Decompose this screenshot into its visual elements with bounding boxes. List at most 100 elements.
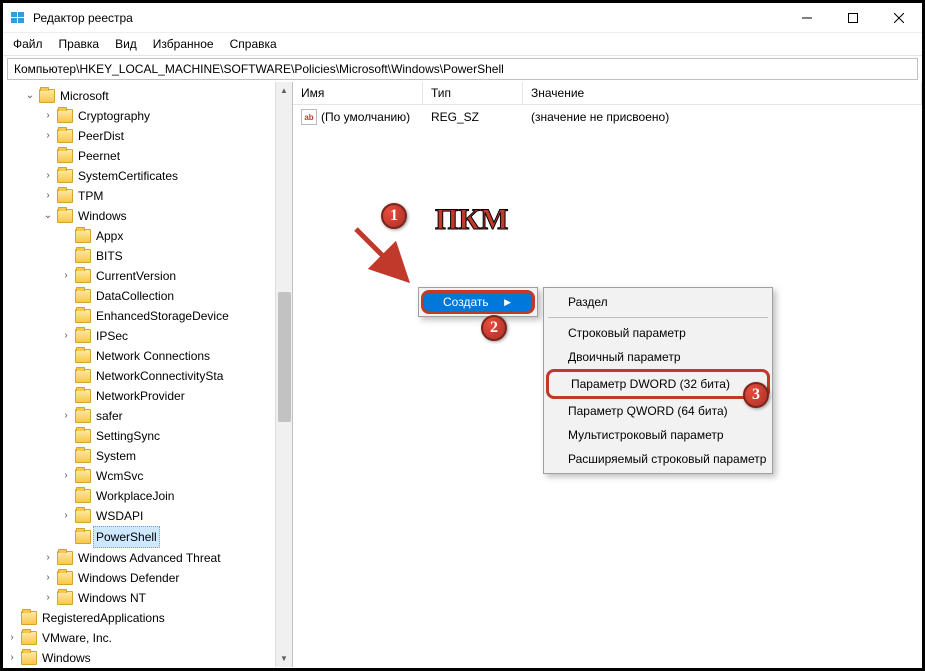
maximize-button[interactable] — [830, 3, 876, 33]
chevron-right-icon: ▶ — [504, 297, 511, 308]
context-item-binary[interactable]: Двоичный параметр — [546, 345, 770, 369]
tree-item-settingsync[interactable]: SettingSync — [59, 426, 292, 446]
value-type: REG_SZ — [423, 108, 523, 126]
folder-icon — [57, 209, 73, 223]
window-title: Редактор реестра — [33, 11, 133, 25]
tree-item-windows-2[interactable]: ›Windows — [5, 648, 292, 667]
context-item-multistring[interactable]: Мультистроковый параметр — [546, 423, 770, 447]
tree-item-vmware[interactable]: ›VMware, Inc. — [5, 628, 292, 648]
value-data: (значение не присвоено) — [523, 108, 922, 126]
tree-item-networkprovider[interactable]: NetworkProvider — [59, 386, 292, 406]
chevron-right-icon[interactable]: › — [59, 506, 73, 526]
tree-item-windows-defender[interactable]: ›Windows Defender — [41, 568, 292, 588]
menu-edit[interactable]: Правка — [59, 37, 100, 51]
chevron-right-icon[interactable]: › — [59, 466, 73, 486]
folder-icon — [75, 349, 91, 363]
tree-item-networkconnectivitystatus[interactable]: NetworkConnectivitySta — [59, 366, 292, 386]
menu-favorites[interactable]: Избранное — [153, 37, 214, 51]
app-icon — [11, 10, 27, 26]
tree-item-currentversion[interactable]: ›CurrentVersion — [59, 266, 292, 286]
tree-item-appx[interactable]: Appx — [59, 226, 292, 246]
column-header-name[interactable]: Имя — [293, 82, 423, 104]
list-row[interactable]: ab (По умолчанию) REG_SZ (значение не пр… — [293, 105, 922, 129]
tree-item-cryptography[interactable]: ›Cryptography — [41, 106, 292, 126]
tree-item-workplacejoin[interactable]: WorkplaceJoin — [59, 486, 292, 506]
chevron-right-icon[interactable]: › — [41, 568, 55, 588]
menu-bar: Файл Правка Вид Избранное Справка — [3, 33, 922, 56]
tree-item-ipsec[interactable]: ›IPSec — [59, 326, 292, 346]
tree-item-safer[interactable]: ›safer — [59, 406, 292, 426]
chevron-right-icon[interactable]: › — [5, 648, 19, 667]
folder-icon — [57, 149, 73, 163]
tree-item-microsoft[interactable]: ⌄ Microsoft — [23, 86, 292, 106]
tree-item-tpm[interactable]: ›TPM — [41, 186, 292, 206]
close-button[interactable] — [876, 3, 922, 33]
folder-icon — [57, 591, 73, 605]
menu-help[interactable]: Справка — [230, 37, 277, 51]
column-header-type[interactable]: Тип — [423, 82, 523, 104]
folder-icon — [75, 429, 91, 443]
chevron-right-icon[interactable]: › — [41, 548, 55, 568]
folder-icon — [57, 551, 73, 565]
tree-item-system[interactable]: System — [59, 446, 292, 466]
tree-item-datacollection[interactable]: DataCollection — [59, 286, 292, 306]
tree-pane: ⌄ Microsoft ›Cryptography ›PeerDist Peer… — [3, 82, 293, 667]
context-item-qword[interactable]: Параметр QWORD (64 бита) — [546, 399, 770, 423]
tree-item-windows-advanced-threat[interactable]: ›Windows Advanced Threat — [41, 548, 292, 568]
folder-icon — [75, 329, 91, 343]
tree-item-systemcertificates[interactable]: ›SystemCertificates — [41, 166, 292, 186]
scroll-down-icon[interactable]: ▼ — [276, 650, 292, 667]
chevron-right-icon[interactable]: › — [5, 628, 19, 648]
chevron-right-icon[interactable]: › — [59, 266, 73, 286]
folder-icon — [57, 571, 73, 585]
folder-icon — [75, 530, 91, 544]
scroll-up-icon[interactable]: ▲ — [276, 82, 292, 99]
menu-view[interactable]: Вид — [115, 37, 137, 51]
folder-icon — [75, 269, 91, 283]
folder-icon — [57, 169, 73, 183]
tree-item-wcmsvc[interactable]: ›WcmSvc — [59, 466, 292, 486]
context-menu-submenu: Раздел Строковый параметр Двоичный парам… — [543, 287, 773, 474]
scrollbar-thumb[interactable] — [278, 292, 291, 422]
chevron-right-icon[interactable]: › — [59, 326, 73, 346]
folder-icon — [75, 509, 91, 523]
chevron-right-icon[interactable]: › — [41, 126, 55, 146]
chevron-down-icon[interactable]: ⌄ — [23, 86, 37, 106]
menu-file[interactable]: Файл — [13, 37, 43, 51]
chevron-right-icon[interactable]: › — [59, 406, 73, 426]
folder-icon — [21, 611, 37, 625]
context-item-string[interactable]: Строковый параметр — [546, 321, 770, 345]
tree-item-wsdapi[interactable]: ›WSDAPI — [59, 506, 292, 526]
context-item-key[interactable]: Раздел — [546, 290, 770, 314]
context-item-create[interactable]: Создать ▶ — [421, 290, 535, 314]
tree-item-peernet[interactable]: Peernet — [41, 146, 292, 166]
tree-item-powershell[interactable]: PowerShell — [59, 526, 292, 548]
folder-icon — [75, 249, 91, 263]
folder-icon — [75, 309, 91, 323]
folder-icon — [75, 489, 91, 503]
folder-icon — [75, 289, 91, 303]
chevron-right-icon[interactable]: › — [41, 186, 55, 206]
address-bar[interactable]: Компьютер\HKEY_LOCAL_MACHINE\SOFTWARE\Po… — [7, 58, 918, 80]
tree-item-windows[interactable]: ⌄Windows — [41, 206, 292, 226]
chevron-right-icon[interactable]: › — [41, 106, 55, 126]
context-item-dword[interactable]: Параметр DWORD (32 бита) — [546, 369, 770, 399]
chevron-right-icon[interactable]: › — [41, 588, 55, 608]
tree-item-registeredapplications[interactable]: RegisteredApplications — [5, 608, 292, 628]
chevron-right-icon[interactable]: › — [41, 166, 55, 186]
tree-item-enhancedstorage[interactable]: EnhancedStorageDevice — [59, 306, 292, 326]
folder-icon — [75, 469, 91, 483]
list-header: Имя Тип Значение — [293, 82, 922, 105]
tree-item-peerdist[interactable]: ›PeerDist — [41, 126, 292, 146]
folder-icon — [21, 631, 37, 645]
chevron-down-icon[interactable]: ⌄ — [41, 206, 55, 226]
menu-separator — [548, 317, 768, 318]
column-header-value[interactable]: Значение — [523, 82, 922, 104]
minimize-button[interactable] — [784, 3, 830, 33]
string-value-icon: ab — [301, 109, 317, 125]
context-item-expandstring[interactable]: Расширяемый строковый параметр — [546, 447, 770, 471]
scrollbar-vertical[interactable]: ▲ ▼ — [275, 82, 292, 667]
tree-item-bits[interactable]: BITS — [59, 246, 292, 266]
tree-item-network-connections[interactable]: Network Connections — [59, 346, 292, 366]
tree-item-windows-nt[interactable]: ›Windows NT — [41, 588, 292, 608]
